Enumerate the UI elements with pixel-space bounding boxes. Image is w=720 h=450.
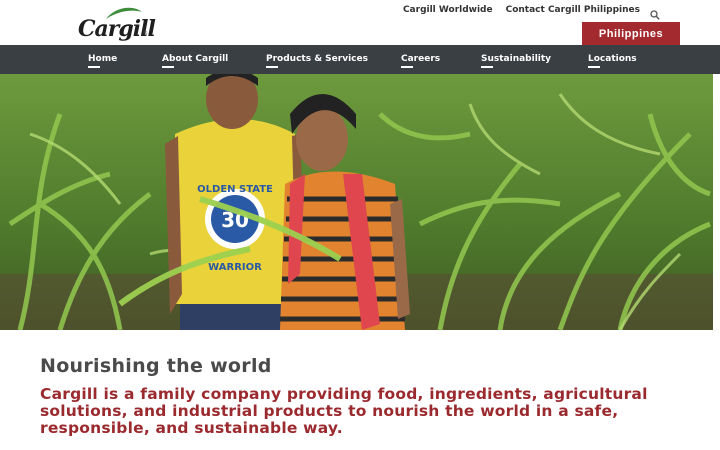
- nav-item-label: Locations: [588, 54, 637, 64]
- nav-item-label: Careers: [401, 54, 441, 64]
- main-nav: Home About Cargill Products & Services C…: [0, 45, 720, 74]
- utility-nav: Cargill Worldwide Contact Cargill Philip…: [403, 5, 640, 15]
- nav-item-about[interactable]: About Cargill: [162, 45, 228, 74]
- cargill-worldwide-link[interactable]: Cargill Worldwide: [403, 5, 493, 15]
- nav-underline: [162, 66, 174, 68]
- svg-text:OLDEN STATE: OLDEN STATE: [197, 184, 273, 195]
- svg-text:WARRIOR: WARRIOR: [208, 262, 262, 273]
- nav-item-label: Sustainability: [481, 54, 552, 64]
- nav-underline: [401, 66, 413, 68]
- hero-photo-illustration: OLDEN STATE 30 WARRIOR: [0, 74, 713, 330]
- nav-underline: [266, 66, 278, 68]
- country-selector-button[interactable]: Philippines: [582, 22, 680, 45]
- nav-underline: [481, 66, 493, 68]
- contact-link[interactable]: Contact Cargill Philippines: [506, 5, 640, 15]
- nav-item-locations[interactable]: Locations: [588, 45, 637, 74]
- nav-item-label: Home: [88, 54, 118, 64]
- nav-item-products-services[interactable]: Products & Services: [266, 45, 368, 74]
- logo-registered: ®: [142, 30, 148, 37]
- nav-underline: [88, 66, 100, 68]
- cargill-logo[interactable]: Cargill ®: [78, 6, 156, 42]
- nav-item-label: About Cargill: [162, 54, 229, 64]
- nav-item-careers[interactable]: Careers: [401, 45, 440, 74]
- site-header: Cargill ® Cargill Worldwide Contact Carg…: [0, 0, 720, 45]
- nav-item-home[interactable]: Home: [88, 45, 117, 74]
- nav-underline: [588, 66, 600, 68]
- search-icon[interactable]: [650, 5, 660, 20]
- page-headline: Nourishing the world: [40, 355, 272, 377]
- logo-wordmark: Cargill: [78, 16, 156, 42]
- nav-item-sustainability[interactable]: Sustainability: [481, 45, 551, 74]
- company-tagline: Cargill is a family company providing fo…: [40, 385, 648, 437]
- hero-image: OLDEN STATE 30 WARRIOR: [0, 74, 713, 330]
- nav-item-label: Products & Services: [266, 54, 368, 64]
